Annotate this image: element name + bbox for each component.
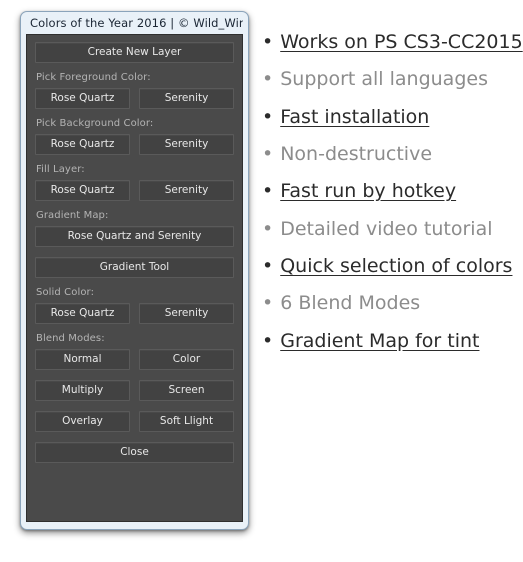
- section-label-gradient-map: Gradient Map:: [36, 210, 109, 221]
- blend-mode-screen-button[interactable]: Screen: [139, 380, 234, 401]
- foreground-rose-quartz-button[interactable]: Rose Quartz: [35, 88, 130, 109]
- section-label-pick-foreground-color: Pick Foreground Color:: [36, 72, 151, 83]
- blend-mode-color-button[interactable]: Color: [139, 349, 234, 370]
- feature-item: • Non-destructive: [262, 143, 514, 166]
- feature-item: • Detailed video tutorial: [262, 217, 514, 241]
- feature-item: • Gradient Map for tint: [262, 329, 514, 353]
- feature-list: • Works on PS CS3-CC2015 • Support all l…: [262, 31, 523, 368]
- section-label-blend-modes: Blend Modes:: [36, 333, 105, 344]
- section-label-pick-background-color: Pick Background Color:: [36, 118, 154, 129]
- feature-label: 6 Blend Modes: [280, 292, 421, 315]
- gradient-tool-button[interactable]: Gradient Tool: [35, 257, 234, 278]
- bullet-icon: •: [262, 105, 274, 128]
- feature-item: • Support all languages: [262, 68, 514, 91]
- feature-item: • Works on PS CS3-CC2015: [262, 31, 523, 54]
- solid-color-rose-quartz-button[interactable]: Rose Quartz: [35, 303, 130, 324]
- window-titlebar[interactable]: Colors of the Year 2016 | © Wild_WinD...: [26, 12, 243, 34]
- bullet-icon: •: [262, 217, 274, 240]
- feature-label: Fast installation: [280, 105, 430, 128]
- bullet-icon: •: [262, 143, 274, 166]
- feature-label: Non-destructive: [280, 143, 433, 166]
- bullet-icon: •: [262, 180, 274, 203]
- blend-modes-row-3: Overlay Soft Llight: [35, 411, 234, 432]
- bullet-icon: •: [262, 292, 274, 315]
- fill-layer-rose-quartz-button[interactable]: Rose Quartz: [35, 180, 130, 201]
- blend-mode-multiply-button[interactable]: Multiply: [35, 380, 130, 401]
- blend-mode-normal-button[interactable]: Normal: [35, 349, 130, 370]
- feature-item: • 6 Blend Modes: [262, 293, 514, 315]
- gradient-rose-quartz-and-serenity-button[interactable]: Rose Quartz and Serenity: [35, 226, 234, 247]
- feature-label: Detailed video tutorial: [280, 217, 493, 240]
- feature-label: Support all languages: [280, 68, 488, 91]
- bullet-icon: •: [262, 329, 274, 352]
- background-rose-quartz-button[interactable]: Rose Quartz: [35, 134, 130, 155]
- fill-layer-row: Rose Quartz Serenity: [35, 180, 234, 201]
- section-label-fill-layer: Fill Layer:: [36, 164, 85, 175]
- close-button[interactable]: Close: [35, 442, 234, 463]
- feature-item: • Fast run by hotkey: [262, 181, 514, 203]
- solid-color-row: Rose Quartz Serenity: [35, 303, 234, 324]
- bullet-icon: •: [262, 255, 274, 278]
- plugin-window[interactable]: Colors of the Year 2016 | © Wild_WinD...…: [20, 11, 249, 530]
- foreground-serenity-button[interactable]: Serenity: [139, 88, 234, 109]
- feature-label: Gradient Map for tint: [280, 329, 480, 352]
- background-serenity-button[interactable]: Serenity: [139, 134, 234, 155]
- feature-item: • Quick selection of colors: [262, 255, 514, 278]
- pick-foreground-color-row: Rose Quartz Serenity: [35, 88, 234, 109]
- section-label-solid-color: Solid Color:: [36, 287, 95, 298]
- blend-modes-row-1: Normal Color: [35, 349, 234, 370]
- blend-mode-overlay-button[interactable]: Overlay: [35, 411, 130, 432]
- bullet-icon: •: [262, 68, 274, 91]
- blend-mode-soft-light-button[interactable]: Soft Llight: [139, 411, 234, 432]
- create-new-layer-button[interactable]: Create New Layer: [35, 42, 234, 63]
- pick-background-color-row: Rose Quartz Serenity: [35, 134, 234, 155]
- feature-label: Works on PS CS3-CC2015: [280, 31, 523, 53]
- plugin-panel: Create New Layer Pick Foreground Color: …: [26, 34, 243, 522]
- solid-color-serenity-button[interactable]: Serenity: [139, 303, 234, 324]
- blend-modes-row-2: Multiply Screen: [35, 380, 234, 401]
- fill-layer-serenity-button[interactable]: Serenity: [139, 180, 234, 201]
- feature-item: • Fast installation: [262, 105, 514, 129]
- feature-label: Quick selection of colors: [280, 255, 513, 278]
- bullet-icon: •: [262, 31, 274, 53]
- feature-label: Fast run by hotkey: [280, 180, 457, 203]
- window-title: Colors of the Year 2016 | © Wild_WinD...: [30, 16, 243, 30]
